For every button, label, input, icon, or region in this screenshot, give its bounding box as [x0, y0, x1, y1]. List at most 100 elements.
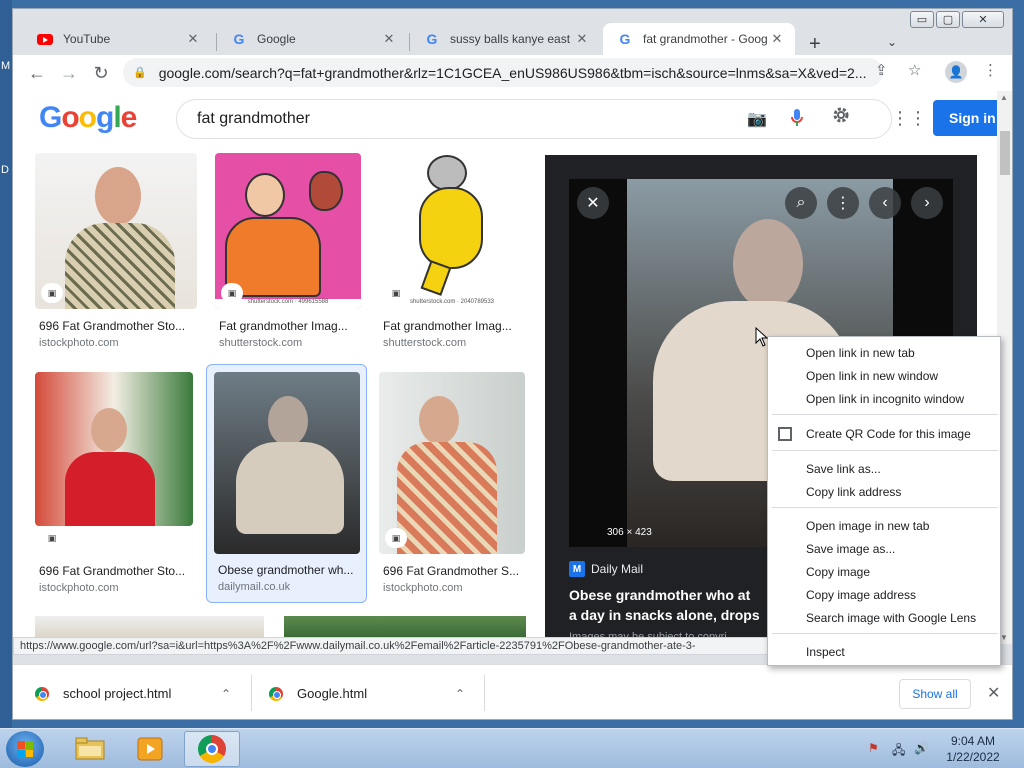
- menu-divider: [772, 450, 998, 451]
- menu-item-save-link-as[interactable]: Save link as...: [768, 458, 1000, 480]
- more-options-icon[interactable]: ⋮: [827, 187, 859, 219]
- windows-logo-icon: [17, 741, 33, 757]
- tab-youtube[interactable]: YouTube ✕: [23, 23, 211, 55]
- chevron-up-icon[interactable]: ⌃: [221, 687, 231, 701]
- close-tab-icon[interactable]: ✕: [574, 31, 590, 47]
- forward-button[interactable]: →: [57, 61, 81, 85]
- google-logo[interactable]: Google: [39, 101, 137, 135]
- tab-fat-grandmother[interactable]: G fat grandmother - Goog ✕: [603, 23, 795, 55]
- image-badge-icon: ▣: [41, 528, 63, 548]
- profile-avatar-icon[interactable]: 👤: [945, 61, 967, 83]
- image-result-selected[interactable]: Obese grandmother wh... dailymail.co.uk: [206, 364, 367, 603]
- menu-item-open-link-new-tab[interactable]: Open link in new tab: [768, 342, 1000, 364]
- tab-strip: YouTube ✕ G Google ✕ G sussy balls kanye…: [13, 19, 1012, 56]
- camera-search-icon[interactable]: 📷: [747, 109, 767, 129]
- tab-title: YouTube: [63, 32, 111, 46]
- address-bar[interactable]: 🔒 google.com/search?q=fat+grandmother&rl…: [123, 58, 883, 87]
- context-menu: Open link in new tab Open link in new wi…: [767, 336, 1001, 666]
- share-icon[interactable]: ⇪: [875, 61, 888, 79]
- chevron-up-icon[interactable]: ⌃: [455, 687, 465, 701]
- close-tab-icon[interactable]: ✕: [381, 31, 397, 47]
- result-source: shutterstock.com: [219, 337, 303, 349]
- image-badge-icon: ▣: [41, 283, 63, 303]
- next-image-button[interactable]: ›: [911, 187, 943, 219]
- file-explorer-icon[interactable]: [62, 731, 118, 767]
- bookmark-star-icon[interactable]: ☆: [908, 61, 921, 79]
- menu-item-search-google-lens[interactable]: Search image with Google Lens: [768, 607, 1000, 629]
- menu-divider: [772, 414, 998, 415]
- start-button[interactable]: [6, 731, 44, 767]
- tab-google[interactable]: G Google ✕: [217, 23, 407, 55]
- menu-item-copy-image-address[interactable]: Copy image address: [768, 584, 1000, 606]
- result-caption: 696 Fat Grandmother S...: [383, 564, 520, 578]
- new-tab-button[interactable]: +: [809, 33, 821, 56]
- menu-item-copy-image[interactable]: Copy image: [768, 561, 1000, 583]
- download-item[interactable]: school project.html ⌃: [35, 665, 249, 719]
- menu-item-copy-link-address[interactable]: Copy link address: [768, 481, 1000, 503]
- menu-item-save-image-as[interactable]: Save image as...: [768, 538, 1000, 560]
- network-icon[interactable]: 🖧: [892, 741, 905, 762]
- preview-source[interactable]: M Daily Mail: [569, 561, 643, 577]
- result-source: dailymail.co.uk: [218, 581, 291, 593]
- previous-image-button[interactable]: ‹: [869, 187, 901, 219]
- download-filename: Google.html: [297, 686, 368, 701]
- microphone-icon[interactable]: [791, 109, 803, 132]
- desktop-icon-label: D: [1, 164, 9, 176]
- menu-item-open-link-new-window[interactable]: Open link in new window: [768, 365, 1000, 387]
- result-source: istockphoto.com: [383, 582, 463, 594]
- menu-item-inspect[interactable]: Inspect: [768, 641, 1000, 663]
- result-source: istockphoto.com: [39, 337, 119, 349]
- result-source: istockphoto.com: [39, 582, 119, 594]
- image-badge-icon: ▣: [385, 283, 407, 303]
- image-result[interactable]: ▣ 696 Fat Grandmother Sto... istockphoto…: [35, 153, 205, 353]
- menu-item-open-link-incognito[interactable]: Open link in incognito window: [768, 388, 1000, 410]
- result-source: shutterstock.com: [383, 337, 467, 349]
- image-result[interactable]: ▣ 696 Fat Grandmother S... istockphoto.c…: [379, 372, 539, 594]
- result-caption: Fat grandmother Imag...: [383, 319, 512, 333]
- browser-toolbar: ← → ↻ 🔒 google.com/search?q=fat+grandmot…: [13, 55, 1012, 91]
- image-result[interactable]: shutterstock.com · 2040789533 ▣ Fat gran…: [379, 153, 539, 353]
- search-query: fat grandmother: [197, 110, 310, 127]
- search-input[interactable]: fat grandmother: [176, 99, 892, 139]
- tab-title: fat grandmother - Goog: [643, 32, 768, 46]
- volume-icon[interactable]: 🔊: [914, 741, 929, 755]
- chrome-html-icon: [35, 686, 49, 701]
- result-thumbnail[interactable]: [35, 372, 193, 526]
- tab-sussy-balls[interactable]: G sussy balls kanye east - G ✕: [410, 23, 600, 55]
- scrollbar-thumb[interactable]: [1000, 131, 1010, 175]
- settings-gear-icon[interactable]: [831, 105, 851, 130]
- desktop-background: M D: [0, 0, 12, 728]
- browser-window: ▭ ▢ ✕ YouTube ✕ G Google ✕ G sussy balls…: [12, 8, 1013, 720]
- close-downloads-icon[interactable]: ✕: [987, 683, 1000, 703]
- download-item[interactable]: Google.html ⌃: [269, 665, 483, 719]
- action-center-flag-icon[interactable]: ⚑: [868, 741, 879, 755]
- lens-search-icon[interactable]: ⌕: [785, 187, 817, 219]
- reload-button[interactable]: ↻: [89, 61, 113, 85]
- menu-divider: [772, 507, 998, 508]
- back-button[interactable]: ←: [25, 61, 49, 85]
- tab-title: sussy balls kanye east - G: [450, 32, 574, 46]
- close-tab-icon[interactable]: ✕: [769, 31, 785, 47]
- image-result[interactable]: ▣ 696 Fat Grandmother Sto... istockphoto…: [35, 372, 205, 594]
- close-tab-icon[interactable]: ✕: [185, 31, 201, 47]
- tab-search-icon[interactable]: ⌄: [887, 35, 897, 49]
- download-filename: school project.html: [63, 686, 172, 701]
- close-preview-button[interactable]: ✕: [577, 187, 609, 219]
- sign-in-button[interactable]: Sign in: [933, 100, 999, 136]
- result-thumbnail[interactable]: [214, 372, 360, 554]
- system-clock[interactable]: 9:04 AM 1/22/2022: [940, 733, 1006, 765]
- media-player-icon[interactable]: [122, 731, 178, 767]
- menu-item-create-qr-code[interactable]: Create QR Code for this image: [768, 423, 1000, 445]
- menu-divider: [772, 633, 998, 634]
- image-badge-icon: ▣: [385, 528, 407, 548]
- image-result[interactable]: shutterstock.com · 499615588 ▣ Fat grand…: [215, 153, 375, 353]
- google-icon: G: [426, 31, 438, 47]
- result-caption: 696 Fat Grandmother Sto...: [39, 319, 186, 333]
- chrome-menu-icon[interactable]: ⋮: [983, 61, 998, 79]
- google-icon: G: [233, 31, 245, 47]
- show-all-downloads-button[interactable]: Show all: [899, 679, 971, 709]
- menu-item-open-image-new-tab[interactable]: Open image in new tab: [768, 515, 1000, 537]
- result-thumbnail[interactable]: [379, 372, 525, 554]
- image-badge-icon: ▣: [221, 283, 243, 303]
- chrome-icon[interactable]: [184, 731, 240, 767]
